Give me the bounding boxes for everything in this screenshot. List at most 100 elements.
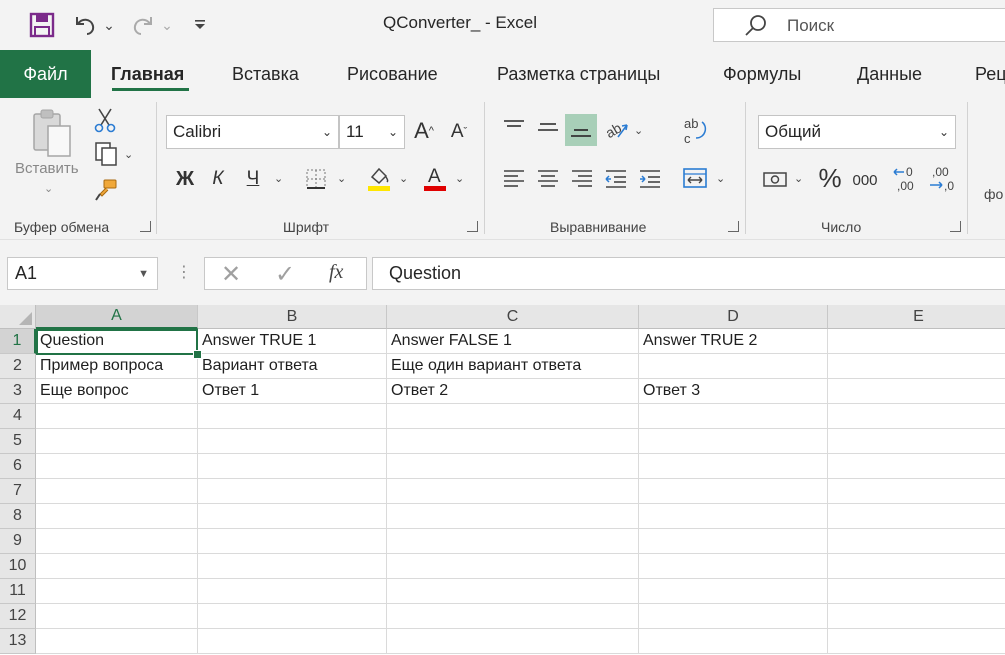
percent-icon[interactable]: % bbox=[816, 162, 844, 194]
alignment-launcher-icon[interactable] bbox=[728, 221, 739, 232]
align-center-icon[interactable] bbox=[533, 164, 563, 194]
row-header-9[interactable]: 9 bbox=[0, 529, 36, 554]
column-header-d[interactable]: D bbox=[639, 305, 828, 329]
borders-dropdown-icon[interactable]: ⌄ bbox=[337, 172, 346, 185]
undo-dropdown-icon[interactable]: ⌄ bbox=[101, 10, 117, 40]
formula-input[interactable]: Question bbox=[372, 257, 1005, 290]
cell-d8[interactable] bbox=[639, 504, 828, 529]
fill-color-dropdown-icon[interactable]: ⌄ bbox=[399, 172, 408, 185]
paste-button[interactable]: Вставить bbox=[15, 160, 79, 177]
cell-b2[interactable]: Вариант ответа bbox=[198, 354, 387, 379]
cell-c6[interactable] bbox=[387, 454, 639, 479]
more-options-icon[interactable]: ⋮ bbox=[176, 262, 192, 282]
cell-d13[interactable] bbox=[639, 629, 828, 654]
orientation-dropdown-icon[interactable]: ⌄ bbox=[634, 124, 643, 137]
cell-b6[interactable] bbox=[198, 454, 387, 479]
confirm-icon[interactable]: ✓ bbox=[275, 260, 295, 289]
cell-c5[interactable] bbox=[387, 429, 639, 454]
row-header-10[interactable]: 10 bbox=[0, 554, 36, 579]
cell-a9[interactable] bbox=[36, 529, 198, 554]
font-size-select[interactable]: 11 ⌄ bbox=[339, 115, 405, 149]
font-launcher-icon[interactable] bbox=[467, 221, 478, 232]
cell-e9[interactable] bbox=[828, 529, 1005, 554]
select-all-corner[interactable] bbox=[0, 305, 36, 329]
cell-e2[interactable] bbox=[828, 354, 1005, 379]
cell-b8[interactable] bbox=[198, 504, 387, 529]
cell-b9[interactable] bbox=[198, 529, 387, 554]
increase-indent-icon[interactable] bbox=[635, 164, 665, 194]
format-painter-icon[interactable] bbox=[92, 176, 120, 204]
row-header-13[interactable]: 13 bbox=[0, 629, 36, 654]
clipboard-launcher-icon[interactable] bbox=[140, 221, 151, 232]
save-icon[interactable] bbox=[26, 10, 58, 40]
redo-dropdown-icon[interactable]: ⌄ bbox=[159, 10, 175, 40]
increase-decimal-icon[interactable]: 0,00 bbox=[891, 162, 921, 194]
cell-a8[interactable] bbox=[36, 504, 198, 529]
cell-d11[interactable] bbox=[639, 579, 828, 604]
cell-c7[interactable] bbox=[387, 479, 639, 504]
undo-icon[interactable] bbox=[70, 10, 100, 40]
cell-a7[interactable] bbox=[36, 479, 198, 504]
cell-e11[interactable] bbox=[828, 579, 1005, 604]
orientation-icon[interactable]: ab bbox=[602, 114, 632, 144]
align-left-icon[interactable] bbox=[499, 164, 529, 194]
tab-insert[interactable]: Вставка bbox=[232, 64, 299, 85]
redo-icon[interactable] bbox=[128, 10, 158, 40]
paste-dropdown-icon[interactable]: ⌄ bbox=[44, 182, 53, 195]
cell-c1[interactable]: Answer FALSE 1 bbox=[387, 329, 639, 354]
align-bottom-icon[interactable] bbox=[565, 114, 597, 146]
column-header-b[interactable]: B bbox=[198, 305, 387, 329]
align-middle-icon[interactable] bbox=[533, 113, 563, 143]
paste-icon[interactable] bbox=[30, 108, 74, 160]
fill-handle[interactable] bbox=[193, 350, 202, 359]
cell-a6[interactable] bbox=[36, 454, 198, 479]
cell-b1[interactable]: Answer TRUE 1 bbox=[198, 329, 387, 354]
underline-dropdown-icon[interactable]: ⌄ bbox=[274, 172, 283, 185]
row-header-12[interactable]: 12 bbox=[0, 604, 36, 629]
cell-b13[interactable] bbox=[198, 629, 387, 654]
cell-a12[interactable] bbox=[36, 604, 198, 629]
number-launcher-icon[interactable] bbox=[950, 221, 961, 232]
row-header-7[interactable]: 7 bbox=[0, 479, 36, 504]
decrease-font-size-icon[interactable]: Aˇ bbox=[445, 118, 473, 146]
currency-dropdown-icon[interactable]: ⌄ bbox=[794, 172, 803, 185]
customize-toolbar-icon[interactable] bbox=[190, 10, 210, 40]
decrease-decimal-icon[interactable]: ,00,0 bbox=[927, 162, 957, 194]
cell-e12[interactable] bbox=[828, 604, 1005, 629]
cell-d6[interactable] bbox=[639, 454, 828, 479]
cell-c2[interactable]: Еще один вариант ответа bbox=[387, 354, 639, 379]
cell-c10[interactable] bbox=[387, 554, 639, 579]
cell-e10[interactable] bbox=[828, 554, 1005, 579]
cell-a1[interactable]: Question bbox=[36, 329, 198, 354]
cell-e1[interactable] bbox=[828, 329, 1005, 354]
cell-d5[interactable] bbox=[639, 429, 828, 454]
column-header-e[interactable]: E bbox=[828, 305, 1005, 329]
tab-page-layout[interactable]: Разметка страницы bbox=[497, 64, 660, 85]
increase-font-size-icon[interactable]: A ^ bbox=[410, 116, 438, 146]
column-header-a[interactable]: A bbox=[36, 305, 198, 329]
cell-e6[interactable] bbox=[828, 454, 1005, 479]
cell-b7[interactable] bbox=[198, 479, 387, 504]
merge-center-icon[interactable] bbox=[680, 162, 710, 194]
wrap-text-icon[interactable]: ab c bbox=[680, 114, 710, 148]
align-right-icon[interactable] bbox=[567, 164, 597, 194]
cell-c4[interactable] bbox=[387, 404, 639, 429]
copy-icon[interactable] bbox=[92, 140, 120, 168]
cut-icon[interactable] bbox=[92, 106, 118, 134]
tab-file[interactable]: Файл bbox=[0, 50, 91, 98]
currency-format-icon[interactable] bbox=[760, 164, 790, 194]
cell-a3[interactable]: Еще вопрос bbox=[36, 379, 198, 404]
italic-button[interactable]: К bbox=[206, 164, 230, 194]
cell-b4[interactable] bbox=[198, 404, 387, 429]
cell-b5[interactable] bbox=[198, 429, 387, 454]
font-color-dropdown-icon[interactable]: ⌄ bbox=[455, 172, 464, 185]
cell-b11[interactable] bbox=[198, 579, 387, 604]
merge-dropdown-icon[interactable]: ⌄ bbox=[716, 172, 725, 185]
cell-e8[interactable] bbox=[828, 504, 1005, 529]
align-top-icon[interactable] bbox=[499, 113, 529, 143]
cell-a5[interactable] bbox=[36, 429, 198, 454]
search-box[interactable]: Поиск bbox=[713, 8, 1005, 42]
row-header-2[interactable]: 2 bbox=[0, 354, 36, 379]
cell-d2[interactable] bbox=[639, 354, 828, 379]
name-box[interactable]: A1 ▼ bbox=[7, 257, 158, 290]
